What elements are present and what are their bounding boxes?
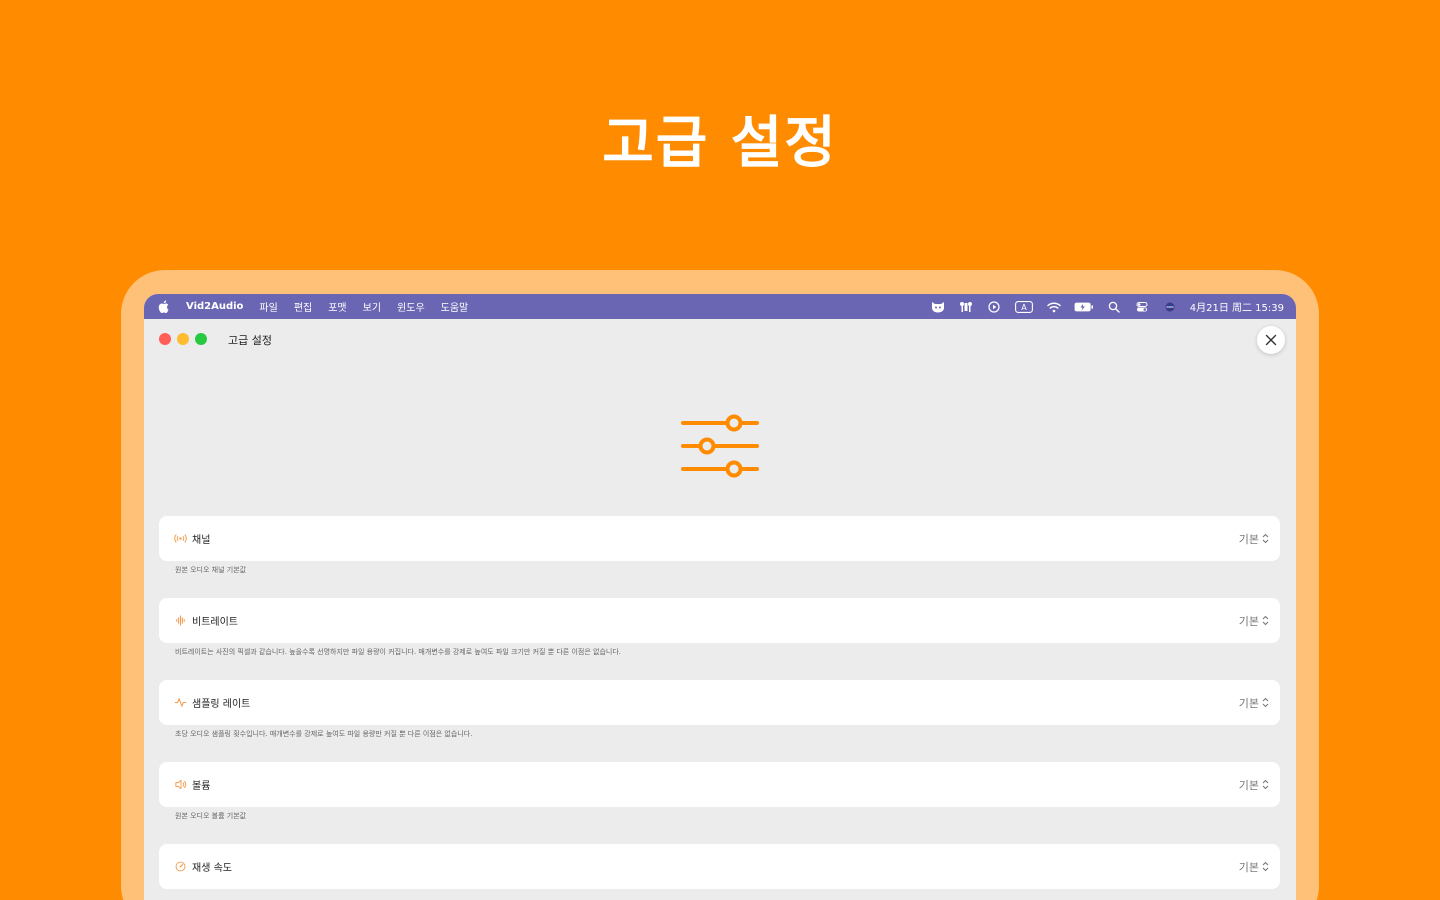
setting-row-bitrate[interactable]: 비트레이트 기본: [159, 598, 1280, 643]
battery-icon[interactable]: [1074, 300, 1094, 314]
speedometer-icon: [173, 860, 187, 874]
setting-row-volume[interactable]: 볼륨 기본: [159, 762, 1280, 807]
setting-row-playback-speed[interactable]: 재생 속도 기본: [159, 844, 1280, 889]
setting-description: 원본 오디오 채널 기본값: [175, 566, 247, 574]
menu-view[interactable]: 보기: [363, 299, 381, 314]
setting-value[interactable]: 기본: [1239, 613, 1259, 629]
control-center-icon[interactable]: [1134, 300, 1150, 314]
setting-row-channel[interactable]: 채널 기본: [159, 516, 1280, 561]
setting-value[interactable]: 기본: [1239, 531, 1259, 547]
menu-edit[interactable]: 편집: [294, 299, 312, 314]
chevron-updown-icon: [1262, 861, 1269, 872]
setting-description: 초당 오디오 샘플링 횟수입니다. 매개변수를 강제로 높여도 파일 용량만 커…: [175, 730, 473, 738]
speaker-icon: [173, 778, 187, 792]
window-controls: [159, 333, 207, 345]
menu-file[interactable]: 파일: [259, 299, 277, 314]
input-a-label: A: [1021, 303, 1027, 312]
settings-list: 채널 기본 원본 오디오 채널 기본값 비트레이트 기본 비트레이트는 사진의 …: [159, 516, 1280, 889]
input-a-icon[interactable]: A: [1014, 300, 1034, 314]
broadcast-icon: [173, 532, 187, 546]
window-zoom-dot[interactable]: [195, 333, 207, 345]
menu-bar: Vid2Audio 파일 편집 포맷 보기 윈도우 도움말 A 4月21日 周二…: [144, 294, 1296, 319]
sliders-icon: [681, 414, 759, 478]
window-title: 고급 설정: [228, 334, 272, 347]
menu-window[interactable]: 윈도우: [397, 299, 425, 314]
setting-value[interactable]: 기본: [1239, 777, 1259, 793]
chevron-updown-icon: [1262, 697, 1269, 708]
waveform-icon: [173, 614, 187, 628]
hero-title: 고급 설정: [602, 111, 838, 176]
wifi-icon[interactable]: [1046, 300, 1062, 314]
setting-value[interactable]: 기본: [1239, 859, 1259, 875]
setting-value[interactable]: 기본: [1239, 695, 1259, 711]
cat-icon[interactable]: [930, 300, 946, 314]
settings-window: 고급 설정 채널 기본 원본 오디오 채널 기본값 비트레이트 기본 비트레이트…: [144, 319, 1296, 900]
window-minimize-dot[interactable]: [177, 333, 189, 345]
siri-icon[interactable]: [1162, 300, 1178, 314]
setting-label: 재생 속도: [192, 863, 232, 874]
setting-description: 원본 오디오 볼륨 기본값: [175, 812, 247, 820]
pulse-icon: [173, 696, 187, 710]
setting-label: 볼륨: [192, 781, 211, 792]
setting-row-sample-rate[interactable]: 샘플링 레이트 기본: [159, 680, 1280, 725]
setting-label: 샘플링 레이트: [192, 699, 251, 710]
status-area: A 4月21日 周二 15:39: [918, 299, 1284, 314]
menu-app-name[interactable]: Vid2Audio: [186, 301, 243, 312]
chevron-updown-icon: [1262, 779, 1269, 790]
close-button[interactable]: [1257, 326, 1285, 354]
chevron-updown-icon: [1262, 533, 1269, 544]
menu-format[interactable]: 포맷: [328, 299, 346, 314]
menu-help[interactable]: 도움말: [441, 299, 469, 314]
screen: Vid2Audio 파일 편집 포맷 보기 윈도우 도움말 A 4月21日 周二…: [144, 294, 1296, 900]
play-circle-icon[interactable]: [986, 300, 1002, 314]
airpods-icon[interactable]: [958, 300, 974, 314]
search-icon[interactable]: [1106, 300, 1122, 314]
apple-icon[interactable]: [158, 300, 172, 314]
setting-label: 채널: [192, 535, 211, 546]
close-icon: [1265, 334, 1277, 346]
setting-description: 비트레이트는 사진의 픽셀과 같습니다. 높을수록 선명하지만 파일 용량이 커…: [175, 648, 622, 656]
window-close-dot[interactable]: [159, 333, 171, 345]
chevron-updown-icon: [1262, 615, 1269, 626]
menu-clock[interactable]: 4月21日 周二 15:39: [1190, 299, 1284, 314]
setting-label: 비트레이트: [192, 617, 238, 628]
